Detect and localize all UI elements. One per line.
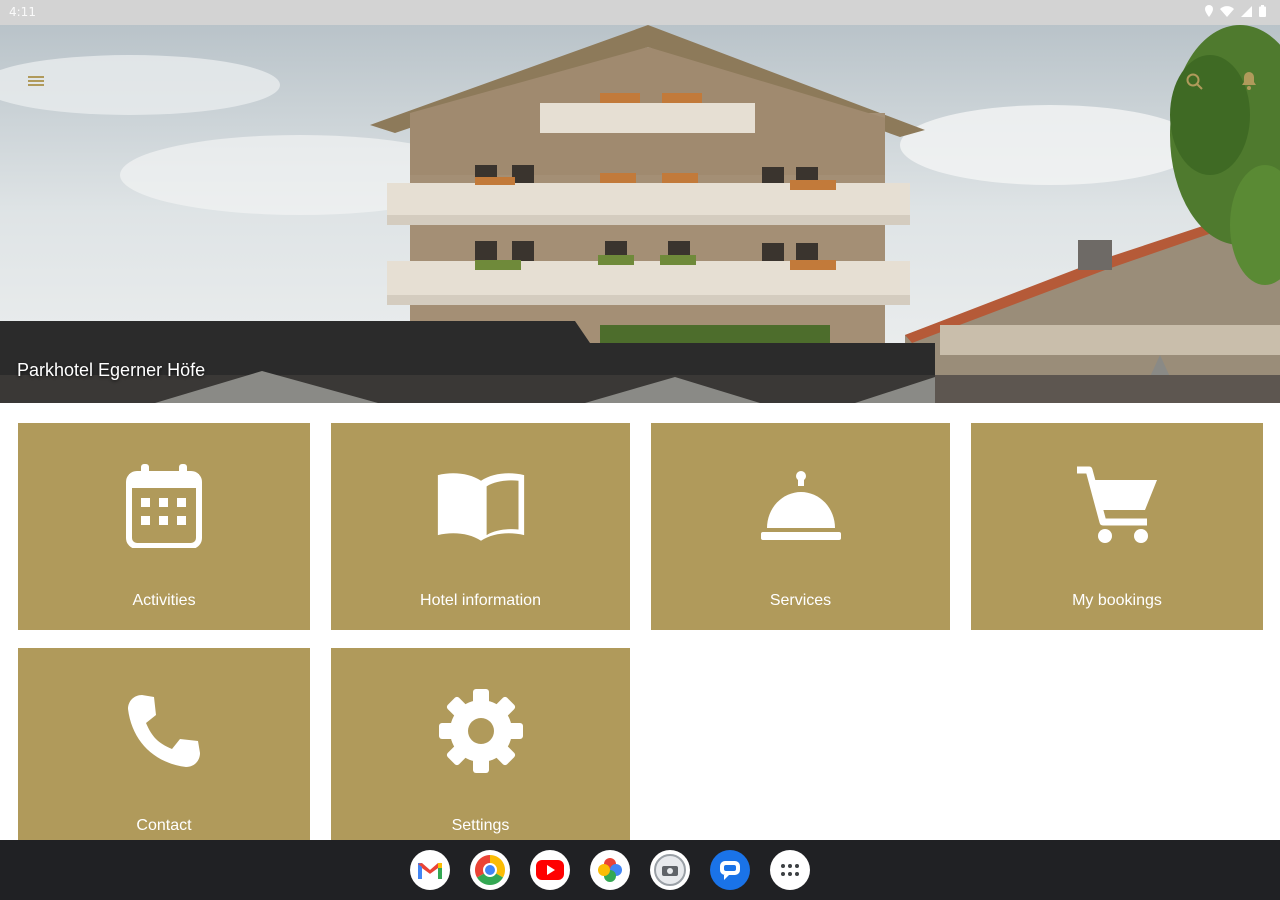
service-bell-icon xyxy=(756,461,846,551)
hero-image xyxy=(0,25,1280,403)
status-bar: 4:11 xyxy=(0,0,1280,25)
messages-icon[interactable] xyxy=(710,850,750,890)
settings-tile[interactable]: Settings xyxy=(331,648,630,840)
photos-icon[interactable] xyxy=(590,850,630,890)
my-bookings-tile[interactable]: My bookings xyxy=(971,423,1263,630)
hotel-photo xyxy=(0,25,1280,403)
location-icon xyxy=(1205,5,1213,20)
tile-label: Contact xyxy=(136,817,192,834)
phone-icon xyxy=(119,686,209,776)
shopping-cart-icon xyxy=(1072,461,1162,551)
calendar-icon xyxy=(119,461,209,551)
menu-icon[interactable] xyxy=(26,73,46,89)
wifi-icon xyxy=(1220,5,1234,20)
open-book-icon xyxy=(436,461,526,551)
tile-label: Hotel information xyxy=(420,592,541,609)
search-icon[interactable] xyxy=(1186,73,1204,91)
taskbar xyxy=(0,840,1280,900)
signal-icon xyxy=(1241,5,1252,20)
app-drawer-icon[interactable] xyxy=(770,850,810,890)
hotel-name: Parkhotel Egerner Höfe xyxy=(17,360,206,380)
youtube-icon[interactable] xyxy=(530,850,570,890)
hotel-information-tile[interactable]: Hotel information xyxy=(331,423,630,630)
tile-label: My bookings xyxy=(1072,592,1162,609)
tile-label: Activities xyxy=(132,592,196,609)
battery-icon xyxy=(1259,5,1266,20)
contact-tile[interactable]: Contact xyxy=(18,648,310,840)
services-tile[interactable]: Services xyxy=(651,423,950,630)
tile-label: Services xyxy=(769,592,832,609)
tile-label: Settings xyxy=(451,817,510,834)
chrome-icon[interactable] xyxy=(470,850,510,890)
status-time: 4:11 xyxy=(9,5,36,19)
gmail-icon[interactable] xyxy=(410,850,450,890)
activities-tile[interactable]: Activities xyxy=(18,423,310,630)
camera-icon[interactable] xyxy=(650,850,690,890)
notification-bell-icon[interactable] xyxy=(1240,71,1258,91)
status-icons xyxy=(1205,5,1266,20)
gear-icon xyxy=(436,686,526,776)
